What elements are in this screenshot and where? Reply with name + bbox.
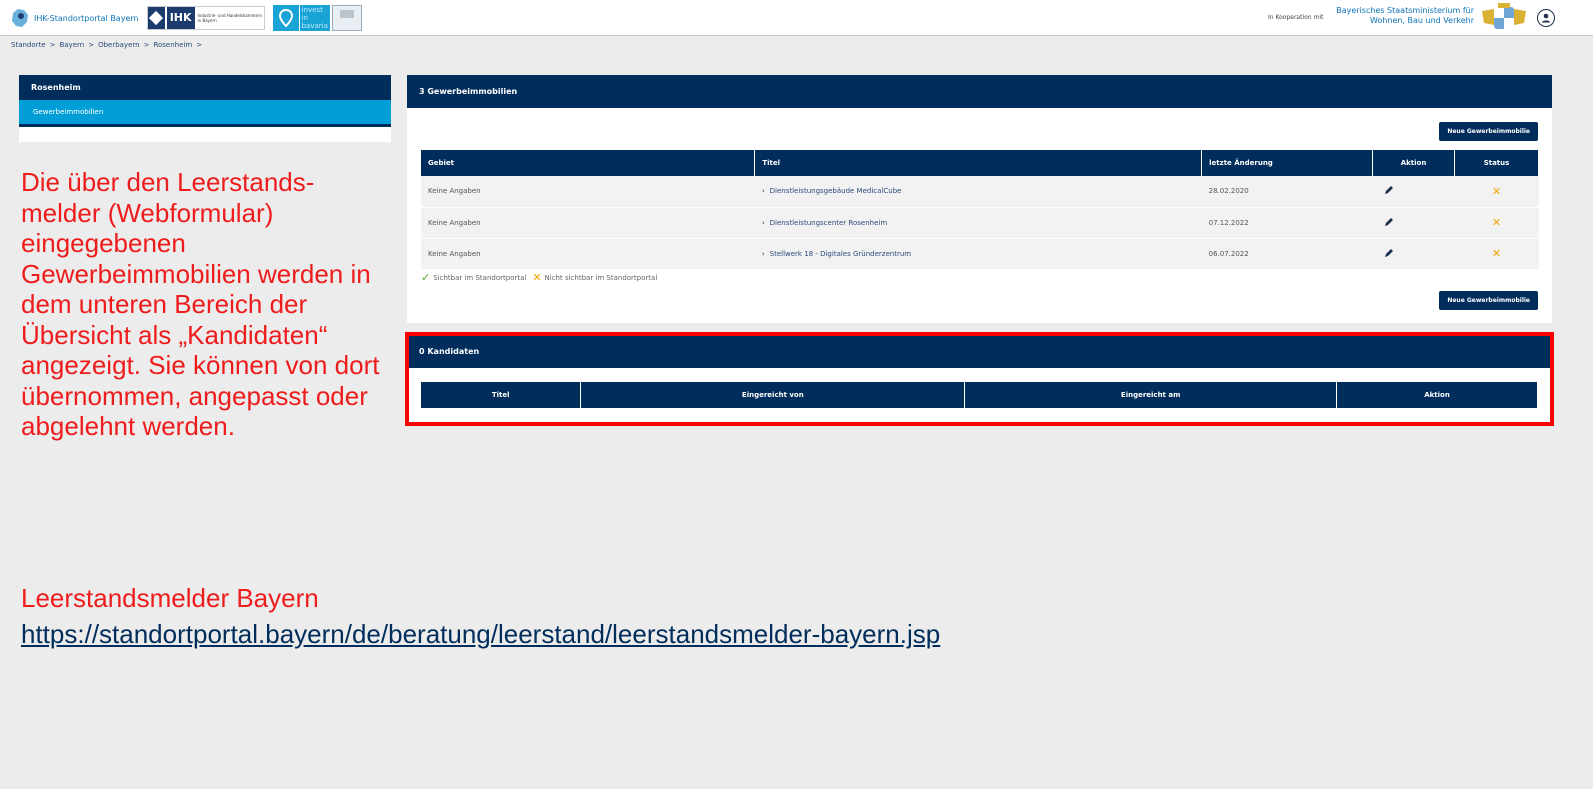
cell-aktion: [1372, 238, 1455, 270]
kandidaten-panel: 0 Kandidaten Titel Eingereicht von Einge…: [405, 332, 1554, 426]
annotation-text: Die über den Leerstands-melder (Webformu…: [21, 167, 380, 441]
cell-titel[interactable]: › Dienstleistungscenter Rosenheim: [754, 207, 1202, 239]
cell-datum: 06.07.2022: [1201, 238, 1373, 270]
not-visible-icon: ✕: [1491, 247, 1502, 260]
user-icon: [1541, 13, 1551, 23]
gewerbeimmobilien-table: Gebiet Titel letzte Änderung Aktion Stat…: [421, 150, 1539, 270]
pencil-icon[interactable]: [1384, 248, 1394, 258]
legend-hidden-label: Nicht sichtbar im Standortportal: [544, 273, 658, 282]
cell-titel[interactable]: › Stellwerk 18 - Digitales Gründerzentrum: [754, 238, 1202, 270]
invest-in-bavaria-text: invest in bavaria: [299, 5, 330, 31]
cell-datum: 07.12.2022: [1201, 207, 1373, 239]
top-header: IHK-Standortportal Bayern IHK Industrie-…: [0, 0, 1593, 36]
bavarian-crest-icon: [1482, 3, 1526, 29]
ihk-diamond-icon: [147, 7, 165, 29]
cell-gebiet: Keine Angaben: [421, 207, 755, 239]
ihk-standortportal-logo[interactable]: IHK-Standortportal Bayern: [10, 7, 139, 29]
ministry-line-1: Bayerisches Staatsministerium für: [1336, 6, 1474, 15]
cell-gebiet: Keine Angaben: [421, 176, 755, 208]
panel-heading: 3 Gewerbeimmobilien: [407, 75, 1552, 108]
annotation-title: Leerstandsmelder Bayern: [21, 583, 319, 613]
not-visible-icon: ✕: [1491, 216, 1502, 229]
cell-aktion: [1372, 176, 1455, 208]
cell-aktion: [1372, 207, 1455, 239]
column-header-aktion: Aktion: [1372, 150, 1455, 176]
logo-group: IHK-Standortportal Bayern IHK Industrie-…: [10, 4, 362, 32]
ihk-logo-box: IHK: [166, 7, 195, 29]
cell-gebiet: Keine Angaben: [421, 238, 755, 270]
breadcrumb-rosenheim[interactable]: Rosenheim: [153, 41, 192, 49]
status-legend: ✓ Sichtbar im Standortportal ✕ Nicht sic…: [421, 271, 657, 284]
kooperation-label: In Kooperation mit: [1268, 14, 1324, 21]
ihk-standortportal-logo-text: IHK-Standortportal Bayern: [34, 13, 139, 23]
user-account-button[interactable]: [1537, 9, 1555, 27]
cell-titel-text: Stellwerk 18 - Digitales Gründerzentrum: [769, 249, 912, 258]
gewerbeimmobilien-panel: 3 Gewerbeimmobilien Neue Gewerbeimmobili…: [407, 75, 1552, 323]
kandidaten-table: Titel Eingereicht von Eingereicht am Akt…: [421, 382, 1538, 408]
invest-in-bavaria-logo[interactable]: invest in bavaria: [272, 4, 362, 32]
sidebar-item-gewerbeimmobilien[interactable]: Gewerbeimmobilien: [19, 100, 391, 124]
ministry-line-2: Wohnen, Bau und Verkehr: [1369, 16, 1474, 25]
not-visible-icon: ✕: [1491, 184, 1502, 198]
cell-status: ✕: [1454, 176, 1539, 208]
chevron-right-icon: ›: [761, 218, 765, 227]
pencil-icon[interactable]: [1384, 217, 1394, 227]
bavaria-map-icon: [12, 9, 28, 27]
partner-card-logo: [331, 5, 362, 31]
sidebar-title: Rosenheim: [19, 75, 391, 100]
chevron-right-icon: ›: [761, 249, 765, 258]
cell-status: ✕: [1454, 238, 1539, 270]
column-header-titel[interactable]: Titel: [754, 150, 1203, 176]
breadcrumb-separator: >: [49, 41, 56, 49]
column-header-status: Status: [1454, 150, 1539, 176]
chevron-right-icon: ›: [761, 187, 765, 196]
ministry-logo-text[interactable]: Bayerisches Staatsministerium für Wohnen…: [1322, 6, 1474, 26]
location-pin-icon: [272, 5, 299, 31]
breadcrumb-separator: >: [143, 41, 150, 49]
table-header-row: Gebiet Titel letzte Änderung Aktion Stat…: [421, 150, 1539, 176]
cell-titel[interactable]: › Dienstleistungsgebäude MedicalCube: [754, 176, 1202, 208]
column-header-letzte-aenderung[interactable]: letzte Änderung: [1201, 150, 1374, 176]
table-header-row: Titel Eingereicht von Eingereicht am Akt…: [421, 382, 1538, 408]
kandidaten-heading: 0 Kandidaten: [409, 336, 1550, 368]
breadcrumb-separator: >: [196, 41, 203, 49]
new-gewerbeimmobilie-button-top[interactable]: Neue Gewerbeimmobilie: [1439, 122, 1538, 141]
sidebar-divider: [19, 124, 391, 127]
column-header-aktion: Aktion: [1336, 382, 1538, 408]
breadcrumb-bayern[interactable]: Bayern: [59, 41, 84, 49]
column-header-gebiet[interactable]: Gebiet: [421, 150, 756, 176]
cell-titel-text: Dienstleistungscenter Rosenheim: [769, 218, 888, 227]
column-header-eingereicht-von[interactable]: Eingereicht von: [580, 382, 966, 408]
cell-datum: 28.02.2020: [1201, 176, 1373, 208]
ihk-logo[interactable]: IHK Industrie- und Handelskammern in Bay…: [146, 6, 265, 30]
pencil-icon[interactable]: [1384, 185, 1394, 195]
table-row: Keine Angaben › Dienstleistungscenter Ros…: [421, 207, 1539, 239]
table-row: Keine Angaben › Stellwerk 18 - Digitales …: [421, 238, 1539, 270]
leerstandsmelder-link[interactable]: https://standortportal.bayern/de/beratun…: [21, 619, 940, 649]
cell-status: ✕: [1454, 207, 1539, 239]
breadcrumb-standorte[interactable]: Standorte: [11, 41, 46, 49]
sidebar: Rosenheim Gewerbeimmobilien: [19, 75, 391, 142]
cross-icon: ✕: [532, 271, 542, 284]
breadcrumb: Standorte > Bayern > Oberbayern > Rosenh…: [11, 41, 202, 49]
column-header-eingereicht-am[interactable]: Eingereicht am: [964, 382, 1338, 408]
legend-visible-label: Sichtbar im Standortportal: [433, 273, 527, 282]
cell-titel-text: Dienstleistungsgebäude MedicalCube: [769, 187, 902, 196]
column-header-titel[interactable]: Titel: [421, 382, 582, 408]
table-row: Keine Angaben › Dienstleistungsgebäude Me…: [421, 176, 1539, 208]
breadcrumb-separator: >: [88, 41, 95, 49]
new-gewerbeimmobilie-button-bottom[interactable]: Neue Gewerbeimmobilie: [1439, 291, 1538, 310]
breadcrumb-oberbayern[interactable]: Oberbayern: [98, 41, 140, 49]
checkmark-icon: ✓: [421, 271, 431, 284]
ihk-logo-subtitle: Industrie- und Handelskammern in Bayern: [197, 13, 263, 23]
